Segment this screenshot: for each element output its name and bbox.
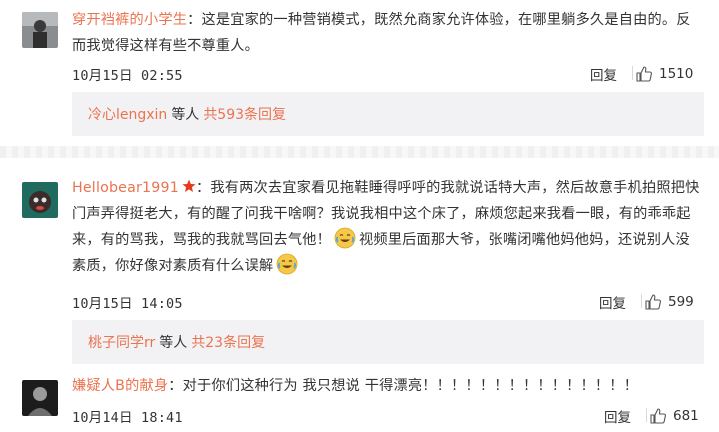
comment-text: Hellobear1991 ：我有两次去宜家看见拖鞋睡得呼呼的我就说话特大声，然后… [72, 175, 712, 279]
like-button[interactable]: 681 [649, 407, 699, 425]
comment-text: 穿开裆裤的小学生：这是宜家的一种营销模式，既然允商家允许体验，在哪里躺多久是自由… [72, 7, 704, 59]
reply-preview-count[interactable]: 共23条回复 [191, 332, 265, 352]
comment-text-line: 视频里后面那大爷，张嘴闭嘴他妈他妈，还说别人没 [358, 232, 690, 248]
like-count: 681 [673, 408, 699, 424]
thumbs-up-icon [636, 66, 652, 82]
reply-button[interactable]: 回复 [599, 292, 626, 312]
comment-text-line: 素质，你好像对素质有什么误解 [72, 258, 274, 274]
thumbs-up-icon [650, 408, 666, 424]
laugh-cry-emoji-icon [334, 227, 356, 249]
reply-preview-middle: 等人 [159, 335, 188, 351]
reply-preview-count[interactable]: 共593条回复 [203, 104, 286, 124]
reply-preview[interactable]: 冷心lengxin 等人 共593条回复 [72, 92, 704, 136]
comment-username[interactable]: 穿开裆裤的小学生 [72, 12, 187, 28]
comment-2: Hellobear1991 ：我有两次去宜家看见拖鞋睡得呼呼的我就说话特大声，然后… [0, 170, 719, 370]
reply-button[interactable]: 回复 [604, 406, 631, 426]
timestamp: 10月14日 18:41 [72, 410, 183, 426]
like-button[interactable]: 1510 [635, 65, 693, 83]
reply-preview-user[interactable]: 桃子同学rr [88, 332, 155, 352]
comment-1: 穿开裆裤的小学生：这是宜家的一种营销模式，既然允商家允许体验，在哪里躺多久是自由… [0, 0, 719, 140]
section-divider [0, 146, 719, 158]
comment-text-line: ：这是宜家的一种营销模式，既然允商家允许体验，在哪里躺多久是自由的。反 [187, 12, 691, 28]
comment-text-line: 门声弄得挺老大，有的醒了问我干啥啊？我说我相中这个床了，麻烦您起来我看一眼，有的… [72, 206, 691, 222]
action-separator [646, 408, 647, 422]
avatar[interactable] [22, 12, 58, 48]
comment-body: 穿开裆裤的小学生：这是宜家的一种营销模式，既然允商家允许体验，在哪里躺多久是自由… [72, 7, 704, 59]
like-count: 1510 [659, 66, 694, 82]
comment-actions: 回复 599 [599, 292, 694, 312]
reply-preview-user[interactable]: 冷心lengxin [88, 104, 167, 124]
comment-body: Hellobear1991 ：我有两次去宜家看见拖鞋睡得呼呼的我就说话特大声，然后… [72, 175, 712, 279]
comment-text-line: ：我有两次去宜家看见拖鞋睡得呼呼的我就说话特大声，然后故意手机拍照把快 [195, 180, 700, 196]
comment-text: 嫌疑人B的献身：对于你们这种行为 我只想说 干得漂亮！！！！！！！！！！！！！！… [72, 373, 712, 399]
comment-text-line: ：对于你们这种行为 我只想说 干得漂亮！！！！！！！！！！！！！！！ [168, 378, 639, 394]
comment-text-line: 而我觉得这样有些不尊重人。 [72, 38, 260, 54]
comment-username[interactable]: 嫌疑人B的献身 [72, 378, 168, 394]
comment-actions: 回复 681 [604, 406, 699, 426]
action-separator [641, 294, 642, 308]
comment-3: 嫌疑人B的献身：对于你们这种行为 我只想说 干得漂亮！！！！！！！！！！！！！！… [0, 370, 719, 432]
laugh-cry-emoji-icon [277, 253, 298, 275]
timestamp: 10月15日 14:05 [72, 296, 183, 312]
comment-text-line: 来，有的骂我，骂我的我就骂回去气他！ [72, 232, 331, 248]
avatar[interactable] [22, 380, 58, 416]
comment-username[interactable]: Hellobear1991 [72, 180, 179, 196]
like-button[interactable]: 599 [644, 293, 694, 311]
reply-button[interactable]: 回复 [590, 64, 617, 84]
like-count: 599 [668, 294, 694, 310]
action-separator [632, 66, 633, 80]
reply-preview-middle: 等人 [171, 107, 200, 123]
comment-body: 嫌疑人B的献身：对于你们这种行为 我只想说 干得漂亮！！！！！！！！！！！！！！… [72, 373, 712, 399]
timestamp: 10月15日 02:55 [72, 68, 183, 84]
comment-actions: 回复 1510 [590, 64, 693, 84]
star-badge-icon [182, 179, 196, 192]
reply-preview[interactable]: 桃子同学rr 等人 共23条回复 [72, 320, 704, 364]
thumbs-up-icon [645, 294, 661, 310]
avatar[interactable] [22, 182, 58, 218]
